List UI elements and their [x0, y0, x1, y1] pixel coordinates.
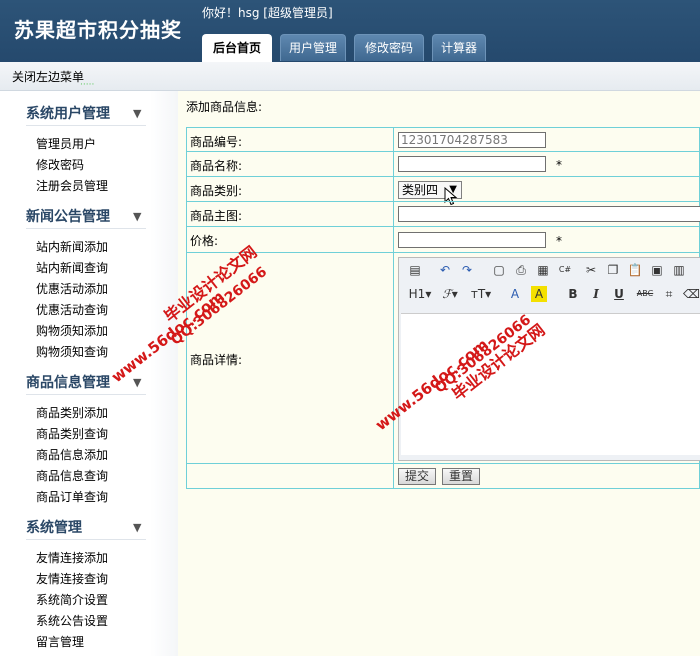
font-size-icon[interactable]: тT▾ — [469, 286, 493, 302]
font-family-icon[interactable]: ℱ▾ — [439, 286, 461, 302]
collapse-arrow-icon[interactable]: ▼ — [133, 210, 141, 223]
category-selected-value: 类别四 — [402, 183, 439, 197]
sidebar-item-promo-query[interactable]: 优惠活动查询 — [36, 301, 108, 318]
highlight-color-icon[interactable]: A — [531, 286, 547, 302]
app-title: 苏果超市积分抽奖 — [14, 18, 182, 42]
sidebar-group-title-system-users[interactable]: 系统用户管理 — [26, 103, 110, 123]
sidebar-group-title-products[interactable]: 商品信息管理 — [26, 372, 110, 392]
italic-button[interactable]: I — [588, 286, 604, 302]
category-label: 商品类别: — [190, 184, 243, 198]
section-title: 添加商品信息: — [186, 100, 263, 114]
app-header: 苏果超市积分抽奖 你好！hsg [超级管理员] 后台首页 用户管理 修改密码 计… — [0, 0, 700, 63]
value-cell: 类别四 ▼ — [393, 176, 700, 206]
code-icon[interactable]: C# — [557, 262, 573, 278]
heading-label: H1 — [408, 287, 426, 301]
collapse-arrow-icon[interactable]: ▼ — [133, 521, 141, 534]
price-input[interactable] — [398, 232, 546, 248]
top-bar: 关闭左边菜单 ····· — [0, 62, 700, 91]
label-cell: 价格: — [186, 226, 394, 253]
required-mark: * — [556, 234, 562, 248]
value-cell — [393, 201, 700, 227]
price-label: 价格: — [190, 234, 219, 248]
decorative-mark: ····· — [80, 80, 95, 90]
group-divider — [26, 539, 146, 540]
strikethrough-button[interactable]: ABC — [635, 286, 655, 302]
sidebar-item-guide-add[interactable]: 购物须知添加 — [36, 322, 108, 339]
label-cell: 商品类别: — [186, 176, 394, 202]
sidebar-item-notice-settings[interactable]: 系统公告设置 — [36, 612, 108, 629]
sidebar-item-promo-add[interactable]: 优惠活动添加 — [36, 280, 108, 297]
copy-icon[interactable]: ❐ — [605, 262, 621, 278]
value-cell: 提交 重置 — [393, 463, 700, 489]
underline-button[interactable]: U — [611, 286, 627, 302]
tab-home[interactable]: 后台首页 — [202, 34, 272, 63]
sidebar-item-messages[interactable]: 留言管理 — [36, 633, 84, 650]
value-cell: * — [393, 151, 700, 177]
sidebar-item-news-query[interactable]: 站内新闻查询 — [36, 259, 108, 276]
name-label: 商品名称: — [190, 159, 243, 173]
sidebar-group-title-news[interactable]: 新闻公告管理 — [26, 206, 110, 226]
value-cell: 12301704287583 — [393, 127, 700, 152]
sidebar-item-admin-users[interactable]: 管理员用户 — [36, 135, 96, 152]
sidebar-item-change-password[interactable]: 修改密码 — [36, 156, 84, 173]
sidebar-item-category-query[interactable]: 商品类别查询 — [36, 425, 108, 442]
paste-text-icon[interactable]: ▣ — [649, 262, 665, 278]
table-icon[interactable]: ⌗ — [661, 286, 677, 302]
image-label: 商品主图: — [190, 209, 243, 223]
reset-button[interactable]: 重置 — [442, 468, 480, 485]
template-icon[interactable]: ▦ — [535, 262, 551, 278]
paste-icon[interactable]: 📋 — [627, 262, 643, 278]
tab-change-password[interactable]: 修改密码 — [354, 34, 424, 61]
sidebar-item-product-add[interactable]: 商品信息添加 — [36, 446, 108, 463]
eraser-icon[interactable]: ⌫ — [683, 286, 700, 302]
group-divider — [26, 125, 146, 126]
redo-icon[interactable]: ↷ — [459, 262, 475, 278]
paste-word-icon[interactable]: ▥ — [671, 262, 687, 278]
sidebar-item-product-query[interactable]: 商品信息查询 — [36, 467, 108, 484]
group-divider — [26, 394, 146, 395]
required-mark: * — [556, 158, 562, 172]
sidebar-item-intro-settings[interactable]: 系统简介设置 — [36, 591, 108, 608]
undo-icon[interactable]: ↶ — [437, 262, 453, 278]
sidebar-item-link-query[interactable]: 友情连接查询 — [36, 570, 108, 587]
cut-icon[interactable]: ✂ — [583, 262, 599, 278]
value-cell: * — [393, 226, 700, 253]
sidebar-item-link-add[interactable]: 友情连接添加 — [36, 549, 108, 566]
collapse-arrow-icon[interactable]: ▼ — [133, 107, 141, 120]
print-icon[interactable]: ⎙ — [513, 262, 529, 278]
label-cell — [186, 463, 394, 489]
code-label: 商品编号: — [190, 135, 243, 149]
collapse-arrow-icon[interactable]: ▼ — [133, 376, 141, 389]
rich-text-editor: ▤ ↶ ↷ ▢ ⎙ ▦ C# ✂ ❐ 📋 ▣ ▥ H1▾ ℱ▾ тT▾ A A … — [398, 257, 700, 461]
sidebar-item-guide-query[interactable]: 购物须知查询 — [36, 343, 108, 360]
heading-dropdown[interactable]: H1▾ — [407, 286, 433, 302]
user-greeting: 你好！hsg [超级管理员] — [202, 6, 333, 20]
sidebar-group-title-system[interactable]: 系统管理 — [26, 517, 82, 537]
value-cell: ▤ ↶ ↷ ▢ ⎙ ▦ C# ✂ ❐ 📋 ▣ ▥ H1▾ ℱ▾ тT▾ A A … — [393, 252, 700, 464]
group-divider — [26, 228, 146, 229]
sidebar: 系统用户管理 ▼ 管理员用户 修改密码 注册会员管理 新闻公告管理 ▼ 站内新闻… — [0, 91, 178, 656]
source-icon[interactable]: ▤ — [407, 262, 423, 278]
sidebar-item-category-add[interactable]: 商品类别添加 — [36, 404, 108, 421]
toggle-menu-link[interactable]: 关闭左边菜单 — [12, 68, 84, 85]
label-cell: 商品编号: — [186, 127, 394, 152]
product-image-input[interactable] — [398, 206, 700, 222]
preview-icon[interactable]: ▢ — [491, 262, 507, 278]
label-cell: 商品名称: — [186, 151, 394, 177]
product-code-input[interactable]: 12301704287583 — [398, 132, 546, 148]
sidebar-item-members[interactable]: 注册会员管理 — [36, 177, 108, 194]
product-name-input[interactable] — [398, 156, 546, 172]
tab-user-management[interactable]: 用户管理 — [280, 34, 346, 61]
submit-button[interactable]: 提交 — [398, 468, 436, 485]
sidebar-item-order-query[interactable]: 商品订单查询 — [36, 488, 108, 505]
tab-calculator[interactable]: 计算器 — [432, 34, 486, 61]
label-cell: 商品主图: — [186, 201, 394, 227]
bold-button[interactable]: B — [565, 286, 581, 302]
sidebar-item-news-add[interactable]: 站内新闻添加 — [36, 238, 108, 255]
detail-label: 商品详情: — [190, 353, 243, 367]
text-color-icon[interactable]: A — [507, 286, 523, 302]
